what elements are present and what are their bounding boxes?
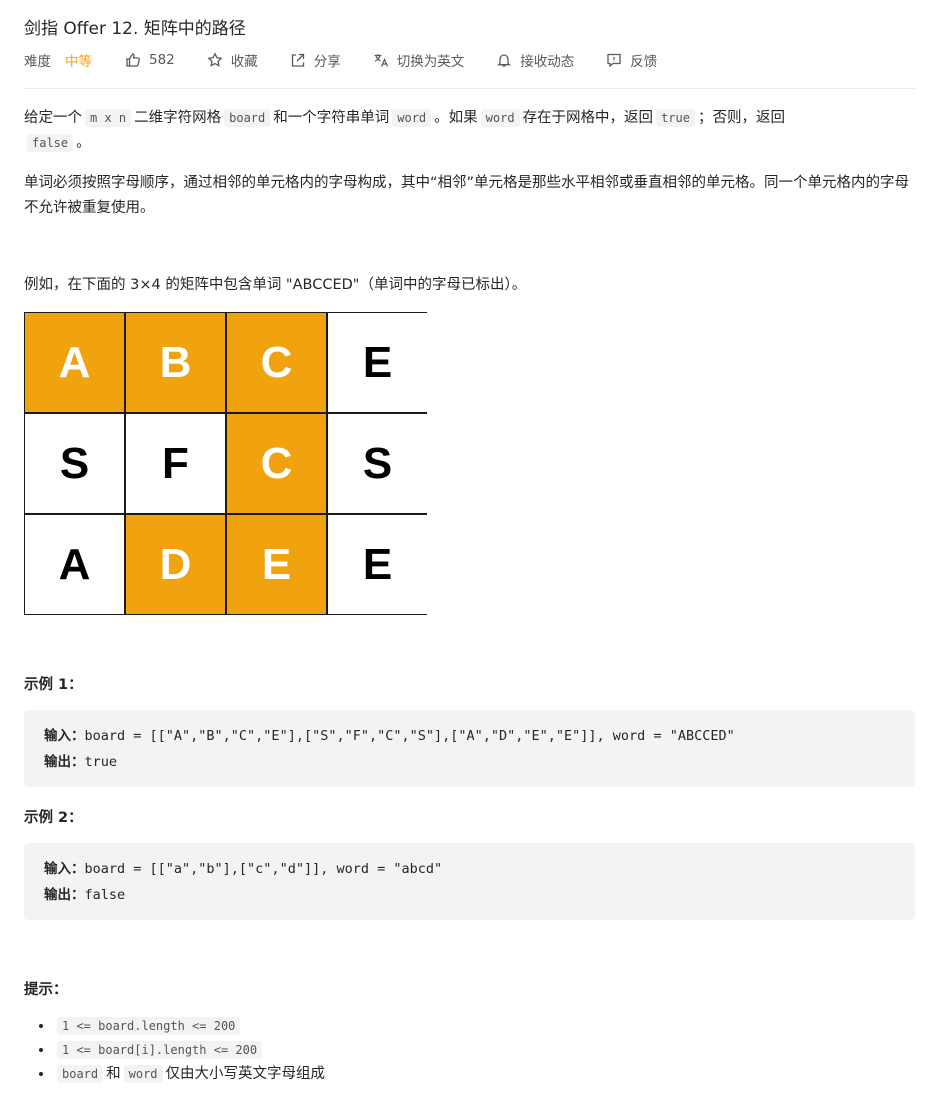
difficulty-badge: 中等 <box>65 54 92 70</box>
description-paragraph-2: 单词必须按照字母顺序，通过相邻的单元格内的字母构成，其中“相邻”单元格是那些水平… <box>24 175 910 216</box>
difficulty-label: 难度 <box>24 54 51 70</box>
feedback-label: 反馈 <box>630 54 658 70</box>
feedback-icon <box>607 53 621 68</box>
input-value: board = [["a","b"],["c","d"]], word = "a… <box>84 861 443 877</box>
grid-cell: E <box>328 515 427 614</box>
subscribe-button[interactable]: 接收动态 <box>496 50 574 70</box>
inline-code: true <box>656 109 695 127</box>
inline-code: 1 <= board[i].length <= 200 <box>57 1041 263 1059</box>
example-2-title: 示例 2： <box>24 810 83 826</box>
input-value: board = [["A","B","C","E"],["S","F","C",… <box>84 728 735 744</box>
grid-cell: D <box>126 515 225 614</box>
grid-cell: F <box>126 414 225 513</box>
hints-list: 1 <= board.length <= 200 1 <= board[i].l… <box>24 1014 325 1086</box>
description-paragraph-1: 给定一个 m x n 二维字符网格 board 和一个字符串单词 word 。如果 word 存… <box>24 109 785 152</box>
subscribe-label: 接收动态 <box>520 54 575 70</box>
hints-title: 提示： <box>24 982 68 998</box>
problem-title: 剑指 Offer 12. 矩阵中的路径 <box>24 19 246 39</box>
inline-code: word <box>123 1065 163 1083</box>
output-label: 输出： <box>44 887 85 903</box>
feedback-button[interactable]: 反馈 <box>606 50 657 70</box>
grid-cell: C <box>227 313 326 412</box>
translate-icon <box>374 54 388 67</box>
bell-icon <box>497 54 512 67</box>
hint-item: 1 <= board[i].length <= 200 <box>54 1038 325 1062</box>
inline-code: false <box>27 134 74 152</box>
grid-cell: B <box>126 313 225 412</box>
grid-cell: S <box>25 414 124 513</box>
hint-item: board和word仅由大小写英文字母组成 <box>54 1062 325 1086</box>
grid-cell: A <box>25 515 124 614</box>
description-paragraph-3: 例如，在下面的 3×4 的矩阵中包含单词 "ABCCED"（单词中的字母已标出）… <box>24 277 527 293</box>
example-input-line: 输入：board = [["a","b"],["c","d"]], word =… <box>44 856 895 882</box>
example-input-line: 输入：board = [["A","B","C","E"],["S","F","… <box>44 723 895 749</box>
letter-grid-image: ABCESFCSADEE <box>24 312 427 615</box>
share-label: 分享 <box>313 54 341 70</box>
output-value: true <box>84 754 118 770</box>
input-label: 输入： <box>44 728 85 744</box>
inline-code: word <box>392 109 432 127</box>
example-output-line: 输出：true <box>44 749 895 775</box>
share-button[interactable]: 分享 <box>290 50 341 70</box>
grid-cell: C <box>227 414 326 513</box>
problem-meta-bar: 难度 中等 582 收藏 分享 切换为英文 接收动态 反馈 <box>24 50 689 70</box>
star-icon <box>207 52 223 67</box>
hint-item: 1 <= board.length <= 200 <box>54 1014 325 1038</box>
header-divider <box>24 88 915 89</box>
inline-code: board <box>224 109 271 127</box>
example-2-block: 输入：board = [["a","b"],["c","d"]], word =… <box>24 843 915 920</box>
grid-cell: E <box>328 313 427 412</box>
share-icon <box>291 53 304 67</box>
like-count: 582 <box>149 52 175 68</box>
grid-cell: E <box>227 515 326 614</box>
favorite-button[interactable]: 收藏 <box>207 50 258 70</box>
example-1-title: 示例 1： <box>24 677 83 693</box>
thumbs-up-icon <box>126 53 140 67</box>
example-output-line: 输出：false <box>44 882 895 908</box>
translate-label: 切换为英文 <box>396 54 465 70</box>
input-label: 输入： <box>44 861 85 877</box>
grid-cell: S <box>328 414 427 513</box>
translate-button[interactable]: 切换为英文 <box>373 50 465 70</box>
output-value: false <box>84 887 126 903</box>
example-1-block: 输入：board = [["A","B","C","E"],["S","F","… <box>24 710 915 787</box>
inline-code: word <box>480 109 520 127</box>
grid-cell: A <box>25 313 124 412</box>
inline-code: m x n <box>85 109 132 127</box>
like-button[interactable]: 582 <box>125 52 175 68</box>
output-label: 输出： <box>44 754 85 770</box>
inline-code: 1 <= board.length <= 200 <box>57 1017 241 1035</box>
favorite-label: 收藏 <box>230 54 258 70</box>
inline-code: board <box>57 1065 104 1083</box>
